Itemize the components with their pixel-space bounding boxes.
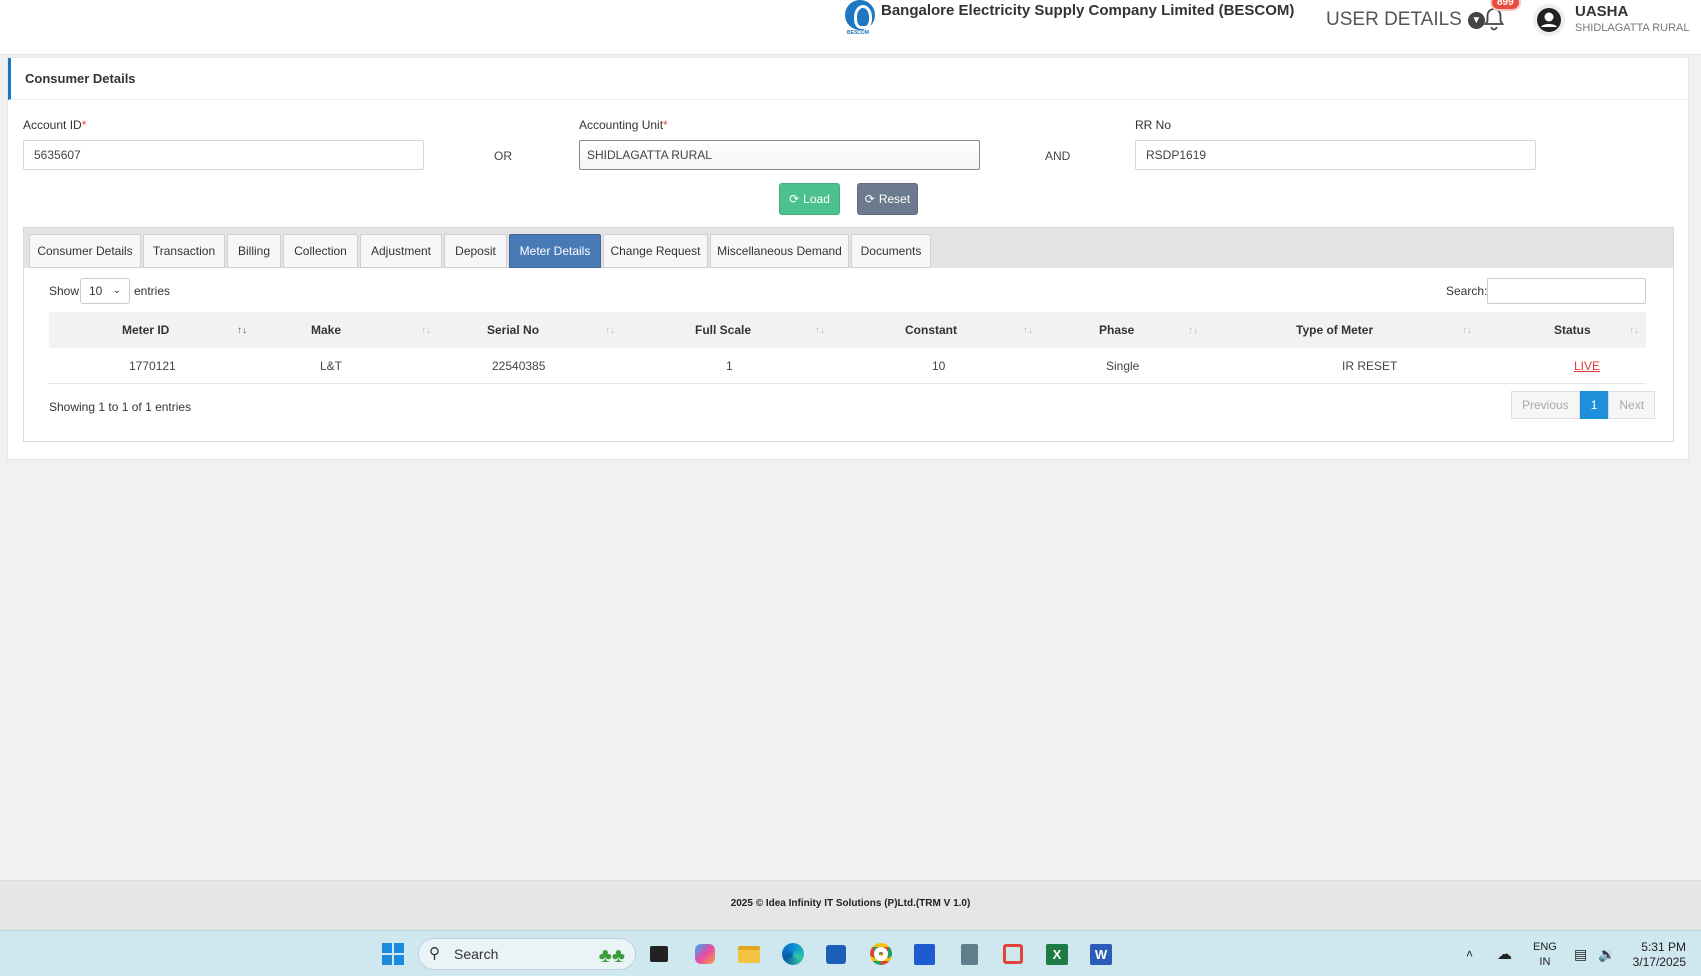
tab-documents[interactable]: Documents <box>851 234 931 268</box>
column-status[interactable]: Status <box>1554 312 1591 348</box>
file-explorer-icon[interactable] <box>735 940 763 968</box>
notification-badge: 899 <box>1490 0 1521 11</box>
tab-bar: Consumer Details Transaction Billing Col… <box>24 228 1673 268</box>
user-icon <box>1537 8 1561 32</box>
page-1-button[interactable]: 1 <box>1579 391 1609 419</box>
cell-constant: 10 <box>932 359 946 373</box>
account-id-label: Account ID* <box>23 118 87 132</box>
calculator-icon[interactable] <box>955 940 983 968</box>
next-button[interactable]: Next <box>1608 391 1656 419</box>
tab-adjustment[interactable]: Adjustment <box>360 234 442 268</box>
language-indicator[interactable]: ENG IN <box>1533 940 1557 970</box>
user-details-label: USER DETAILS <box>1326 9 1462 30</box>
network-icon[interactable]: ▤ <box>1574 931 1587 976</box>
tab-deposit[interactable]: Deposit <box>444 234 507 268</box>
bescom-logo: BESCOM <box>843 0 877 36</box>
sort-icon[interactable]: ↑↓ <box>815 312 825 348</box>
clock[interactable]: 5:31 PM 3/17/2025 <box>1628 940 1686 970</box>
cell-serial-no: 22540385 <box>492 359 546 373</box>
column-phase[interactable]: Phase <box>1099 312 1134 348</box>
sort-asc-icon[interactable]: ↑↓ <box>237 312 247 348</box>
taskbar-search[interactable]: ⚲ Search ♣♣ <box>418 938 636 970</box>
clover-icon: ♣♣ <box>598 945 625 967</box>
or-label: OR <box>494 149 512 163</box>
tab-meter-details[interactable]: Meter Details <box>509 234 601 268</box>
card-title: Consumer Details <box>8 58 1688 100</box>
windows-start-icon[interactable] <box>379 940 407 968</box>
search-label: Search: <box>1446 284 1488 298</box>
copilot-icon[interactable] <box>691 940 719 968</box>
column-make[interactable]: Make <box>311 312 341 348</box>
cell-type-of-meter: IR RESET <box>1342 359 1398 373</box>
column-meter-id[interactable]: Meter ID <box>122 312 169 348</box>
app-icon[interactable] <box>910 940 938 968</box>
snipping-tool-icon[interactable] <box>999 940 1027 968</box>
tab-consumer-details[interactable]: Consumer Details <box>29 234 141 268</box>
word-icon[interactable]: W <box>1087 940 1115 968</box>
top-header: BESCOM Bangalore Electricity Supply Comp… <box>0 0 1701 55</box>
column-type-of-meter[interactable]: Type of Meter <box>1296 312 1373 348</box>
user-location: SHIDLAGATTA RURAL <box>1575 22 1690 34</box>
column-full-scale[interactable]: Full Scale <box>695 312 751 348</box>
table-info: Showing 1 to 1 of 1 entries <box>49 400 192 414</box>
store-icon[interactable] <box>822 940 850 968</box>
pagination: Previous 1 Next <box>1511 391 1656 419</box>
cell-phase: Single <box>1106 359 1140 373</box>
chrome-icon[interactable] <box>867 940 895 968</box>
chevron-up-icon[interactable]: ˄ <box>1466 931 1473 976</box>
accounting-unit-select[interactable]: SHIDLAGATTA RURAL <box>579 140 980 170</box>
task-view-icon[interactable] <box>645 940 673 968</box>
sort-icon[interactable]: ↑↓ <box>421 312 431 348</box>
entries-label: entries <box>134 284 171 298</box>
reset-button[interactable]: ⟳ Reset <box>857 183 918 215</box>
edge-icon[interactable] <box>779 940 807 968</box>
table-header: Meter ID ↑↓ Make ↑↓ Serial No ↑↓ Full Sc… <box>49 312 1646 348</box>
tab-miscellaneous-demand[interactable]: Miscellaneous Demand <box>710 234 849 268</box>
sort-icon[interactable]: ↑↓ <box>1462 312 1472 348</box>
sort-icon[interactable]: ↑↓ <box>1023 312 1033 348</box>
tab-panel: Consumer Details Transaction Billing Col… <box>23 227 1674 442</box>
sort-icon[interactable]: ↑↓ <box>605 312 615 348</box>
sort-icon[interactable]: ↑↓ <box>1188 312 1198 348</box>
brand-name: Bangalore Electricity Supply Company Lim… <box>881 2 1295 19</box>
excel-icon[interactable]: X <box>1043 940 1071 968</box>
status-link[interactable]: LIVE <box>1574 348 1600 384</box>
cell-full-scale: 1 <box>726 359 733 373</box>
rr-no-input[interactable]: RSDP1619 <box>1135 140 1536 170</box>
footer: 2025 © Idea Infinity IT Solutions (P)Ltd… <box>0 880 1701 930</box>
brand: BESCOM Bangalore Electricity Supply Comp… <box>843 0 1294 36</box>
onedrive-icon[interactable]: ☁ <box>1497 931 1512 976</box>
table-search-input[interactable] <box>1487 278 1646 304</box>
spinner-icon: ⟳ <box>789 192 800 206</box>
account-id-input[interactable]: 5635607 <box>23 140 424 170</box>
accounting-unit-label: Accounting Unit* <box>579 118 668 132</box>
refresh-icon: ⟳ <box>864 192 875 206</box>
load-button[interactable]: ⟳ Load <box>779 183 840 215</box>
sort-icon[interactable]: ↑↓ <box>1629 312 1639 348</box>
search-icon: ⚲ <box>429 945 440 962</box>
tab-collection[interactable]: Collection <box>283 234 358 268</box>
user-name: UASHA <box>1575 3 1629 20</box>
user-details-dropdown[interactable]: USER DETAILS ▼ <box>1326 9 1485 31</box>
table-row: 1770121 L&T 22540385 1 10 Single IR RESE… <box>49 348 1646 384</box>
and-label: AND <box>1045 149 1071 163</box>
previous-button[interactable]: Previous <box>1511 391 1580 419</box>
cell-make: L&T <box>320 359 343 373</box>
chevron-down-icon: ⌄ <box>112 285 121 296</box>
consumer-details-card: Consumer Details Account ID* 5635607 OR … <box>7 57 1689 460</box>
show-label: Show <box>49 284 80 298</box>
taskbar: ⚲ Search ♣♣ X W ˄ ☁ ENG IN ▤ 🔉 5:31 PM 3… <box>0 930 1701 976</box>
avatar[interactable] <box>1533 4 1565 36</box>
column-serial-no[interactable]: Serial No <box>487 312 539 348</box>
tab-transaction[interactable]: Transaction <box>143 234 225 268</box>
entries-select[interactable]: 10 ⌄ <box>80 278 130 304</box>
rr-no-label: RR No <box>1135 118 1172 132</box>
volume-icon[interactable]: 🔉 <box>1598 931 1615 976</box>
tab-change-request[interactable]: Change Request <box>603 234 708 268</box>
column-constant[interactable]: Constant <box>905 312 957 348</box>
tab-billing[interactable]: Billing <box>227 234 281 268</box>
cell-meter-id: 1770121 <box>129 359 176 373</box>
